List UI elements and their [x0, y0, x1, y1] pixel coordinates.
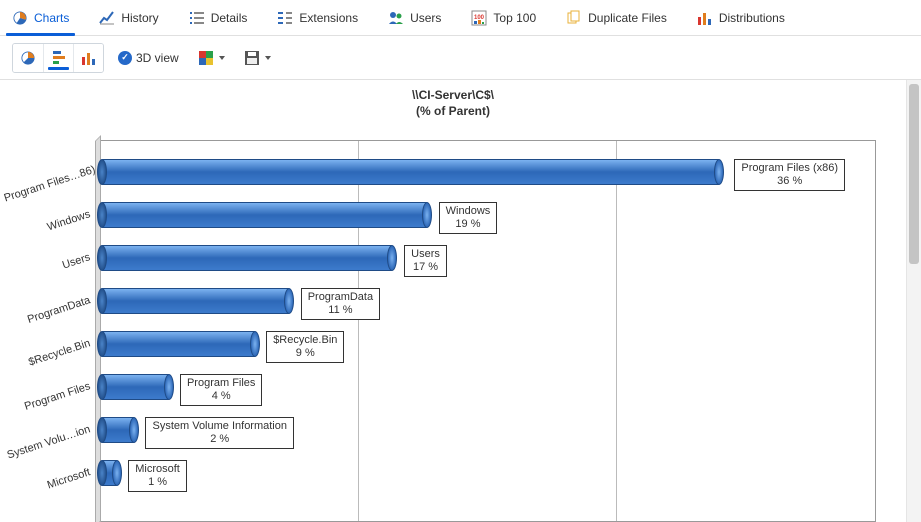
tab-label: History [121, 11, 158, 25]
tab-details[interactable]: Details [185, 0, 252, 35]
chart-plot-area: Program Files (x86)36 % Windows19 % Users1… [100, 140, 876, 522]
chart-bar: $Recycle.Bin9 % [101, 331, 875, 357]
tab-extensions[interactable]: Extensions [273, 0, 362, 35]
details-list-icon [189, 10, 205, 26]
chart-data-label: Microsoft1 % [128, 460, 187, 492]
chart-bar: Program Files (x86)36 % [101, 159, 875, 185]
tab-distributions[interactable]: Distributions [693, 0, 789, 35]
pie-chart-icon [12, 10, 28, 26]
chart-bar: Windows19 % [101, 202, 875, 228]
extensions-icon [277, 10, 293, 26]
chart-category-label: $Recycle.Bin [3, 337, 92, 376]
chart-type-group [12, 43, 104, 73]
chart-data-label: Program Files4 % [180, 374, 262, 406]
distributions-icon [697, 10, 713, 26]
chart-category-label: Users [3, 251, 92, 290]
vertical-scrollbar[interactable] [906, 80, 921, 522]
tab-users[interactable]: Users [384, 0, 445, 35]
chart-y-axis-labels: Program Files…86) Windows Users ProgramData… [0, 140, 94, 522]
history-icon [99, 10, 115, 26]
chart-data-label: $Recycle.Bin9 % [266, 331, 344, 363]
chart-type-pie-button[interactable] [13, 44, 43, 72]
chart-viewport: \\CI-Server\C$\ (% of Parent) Program Fi… [0, 80, 921, 522]
tab-label: Charts [34, 11, 69, 25]
chart-data-label: System Volume Information2 % [145, 417, 294, 449]
chart-category-label: ProgramData [3, 294, 92, 333]
chart-data-label: Windows19 % [439, 202, 498, 234]
chart-category-label: Program Files [3, 380, 92, 419]
chart-data-label: ProgramData11 % [301, 288, 380, 320]
tab-charts[interactable]: Charts [8, 0, 73, 35]
toggle-3d-view[interactable]: ✓ 3D view [112, 44, 185, 72]
chart-category-label: System Volu…ion [3, 423, 92, 462]
chart-bar: Microsoft1 % [101, 460, 875, 486]
chevron-down-icon [265, 56, 271, 60]
tabstrip: Charts History Details Extensions Users … [0, 0, 921, 36]
toggle-3d-label: 3D view [136, 51, 179, 65]
chart-category-label: Windows [3, 208, 92, 247]
chart-type-hbar-button[interactable] [43, 44, 73, 72]
top100-icon: 100 [471, 10, 487, 26]
check-circle-icon: ✓ [118, 51, 132, 65]
tab-history[interactable]: History [95, 0, 162, 35]
chart-category-label: Program Files…86) [3, 165, 92, 204]
tab-label: Top 100 [493, 11, 536, 25]
duplicate-files-icon [566, 10, 582, 26]
chart-bar: Program Files4 % [101, 374, 875, 400]
tab-label: Details [211, 11, 248, 25]
chart-data-label: Program Files (x86)36 % [734, 159, 845, 191]
scrollbar-thumb[interactable] [909, 84, 919, 264]
save-dropdown[interactable] [239, 44, 277, 72]
tab-top100[interactable]: 100 Top 100 [467, 0, 540, 35]
tab-label: Duplicate Files [588, 11, 667, 25]
tab-label: Distributions [719, 11, 785, 25]
chart-bar: System Volume Information2 % [101, 417, 875, 443]
chart-type-vbar-button[interactable] [73, 44, 103, 72]
chevron-down-icon [219, 56, 225, 60]
chart-category-label: Microsoft [3, 466, 92, 505]
toolbar: ✓ 3D view [0, 36, 921, 80]
tab-duplicate-files[interactable]: Duplicate Files [562, 0, 671, 35]
chart-bar: ProgramData11 % [101, 288, 875, 314]
users-icon [388, 10, 404, 26]
chart-title: \\CI-Server\C$\ (% of Parent) [0, 88, 906, 119]
color-scheme-dropdown[interactable] [193, 44, 231, 72]
color-palette-icon [199, 51, 213, 65]
tab-label: Users [410, 11, 441, 25]
save-icon [245, 51, 259, 65]
tab-label: Extensions [299, 11, 358, 25]
chart-bar: Users17 % [101, 245, 875, 271]
chart-data-label: Users17 % [404, 245, 447, 277]
